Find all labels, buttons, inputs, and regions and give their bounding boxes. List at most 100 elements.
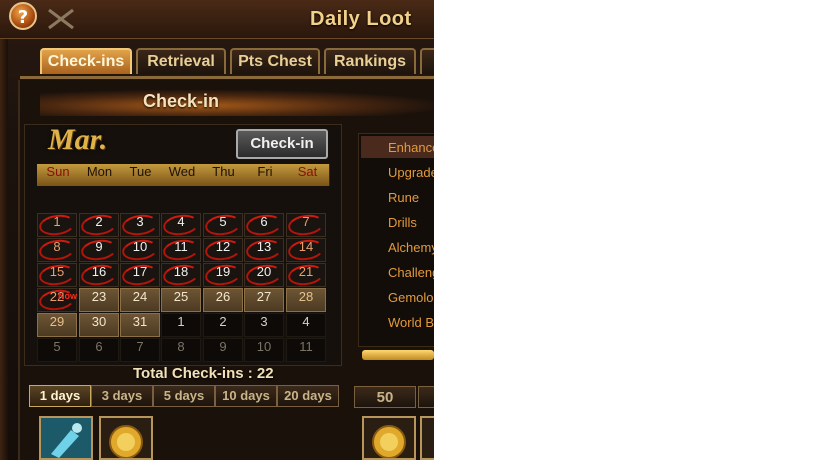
calendar-day-number: 12 [215,239,231,254]
calendar-day-number: 8 [177,339,185,354]
weekday-thu: Thu [203,164,245,186]
total-check-ins-label: Total Check-ins [133,365,244,382]
calendar-day: 5 [203,212,243,238]
calendar-day: 9 [79,237,119,263]
calendar-day-number: 1 [53,214,61,229]
calendar-day: 7 [120,338,160,362]
reward-item-2[interactable] [99,416,153,460]
help-icon[interactable]: ? [9,2,37,30]
calendar-day-number: 3 [260,314,268,329]
calendar-day-number: 5 [219,214,227,229]
calendar-day-number: 7 [136,339,144,354]
calendar-day: 2 [203,313,243,337]
calendar-day: 25 [161,288,201,312]
calendar-day: 6 [244,212,284,238]
reward-item-1[interactable] [39,416,93,460]
calendar-day: 15 [37,262,77,288]
reward-tab-10-days[interactable]: 10 days [215,385,277,407]
calendar-day-number: 14 [298,239,314,254]
total-check-ins-value: 22 [256,365,274,382]
list-item-upgrade[interactable]: Upgrade [388,165,434,180]
weekday-fri: Fri [244,164,287,186]
total-check-ins: Total Check-ins : 22 [133,365,274,382]
total-check-ins-separator: : [247,365,253,382]
calendar-day-number: 8 [53,239,61,254]
tab-underline [20,76,434,79]
calendar-day-number: 21 [298,264,314,279]
list-item-enhance[interactable]: Enhance [388,140,434,155]
calendar-day-number: 6 [95,339,103,354]
daily-loot-window: ? Daily Loot Check-ins Retrieval Pts Che… [0,0,434,460]
month-label: Mar. [48,123,108,156]
calendar-day: 2 [79,212,119,238]
calendar-day-number: 2 [95,214,103,229]
calendar-day-number: 1 [177,314,185,329]
tab-retrieval[interactable]: Retrieval [136,48,226,74]
list-item-world-boss[interactable]: World BO [388,315,434,330]
calendar-day-number: 11 [174,239,188,254]
calendar-day-number: 26 [215,289,231,304]
calendar-day-number: 2 [219,314,227,329]
list-item-rune[interactable]: Rune [388,190,419,205]
calendar-day: 23 [79,288,119,312]
calendar-day-number: 4 [302,314,310,329]
section-title: Check-in [143,91,220,111]
calendar-day-number: 27 [256,289,272,304]
calendar-day: 1 [161,313,201,337]
weekday-mon: Mon [79,164,121,186]
calendar-day: 4 [161,212,201,238]
calendar-day-number: 16 [91,264,107,279]
calendar-day: 8 [37,237,77,263]
calendar-day-number: 3 [136,214,144,229]
tab-check-ins[interactable]: Check-ins [40,48,132,74]
reward-tab-5-days[interactable]: 5 days [153,385,215,407]
calendar-day: 28 [286,288,326,312]
tab-rankings[interactable]: Rankings [324,48,416,74]
tab-pts-chest[interactable]: Pts Chest [230,48,320,74]
list-item-challenge[interactable]: Challeng [388,265,434,280]
calendar-day: 10 [120,237,160,263]
list-item-drills[interactable]: Drills [388,215,417,230]
weekday-wed: Wed [161,164,204,186]
calendar-day: 17 [120,262,160,288]
calendar-day: 5 [37,338,77,362]
calendar-day-number: 19 [215,264,231,279]
calendar-day-number: 7 [302,214,310,229]
crossed-swords-icon [48,8,74,30]
points-tab-50[interactable]: 50 [354,386,416,408]
points-reward-item-1[interactable] [362,416,416,460]
points-reward-item-2[interactable] [420,416,434,460]
section-header-glow [40,90,434,116]
calendar-day-number: 9 [95,239,103,254]
list-item-alchemy[interactable]: Alchemy [388,240,434,255]
points-tab-next[interactable] [418,386,434,408]
calendar-day: 3 [244,313,284,337]
list-scrollbar[interactable] [362,350,434,360]
calendar-day-number: 13 [256,239,272,254]
calendar-day: 27 [244,288,284,312]
reward-tab-3-days[interactable]: 3 days [91,385,153,407]
calendar-day-number: 30 [91,314,107,329]
calendar-day-number: 11 [299,339,313,354]
title-bar: ? Daily Loot [0,0,434,39]
calendar-day-number: 17 [132,264,148,279]
calendar-day-number: 24 [132,289,148,304]
calendar-day: 20 [244,262,284,288]
calendar-day-number: 25 [173,289,189,304]
list-item-gemology[interactable]: Gemolog [388,290,434,305]
calendar-day: 1 [37,212,77,238]
calendar-day: 19 [203,262,243,288]
calendar-day: 31 [120,313,160,337]
check-in-button[interactable]: Check-in [236,129,328,159]
calendar-day: 24 [120,288,160,312]
reward-tab-20-days[interactable]: 20 days [277,385,339,407]
weekday-sun: Sun [37,164,80,186]
gold-coin-icon [101,418,151,459]
tab-overflow[interactable] [420,48,434,74]
calendar-day-number: 10 [256,339,272,354]
reward-tab-1-days[interactable]: 1 days [29,385,91,407]
calendar-day: 30 [79,313,119,337]
calendar-day-number: 18 [173,264,189,279]
calendar-day: 21 [286,262,326,288]
calendar-day: 11 [161,237,201,263]
